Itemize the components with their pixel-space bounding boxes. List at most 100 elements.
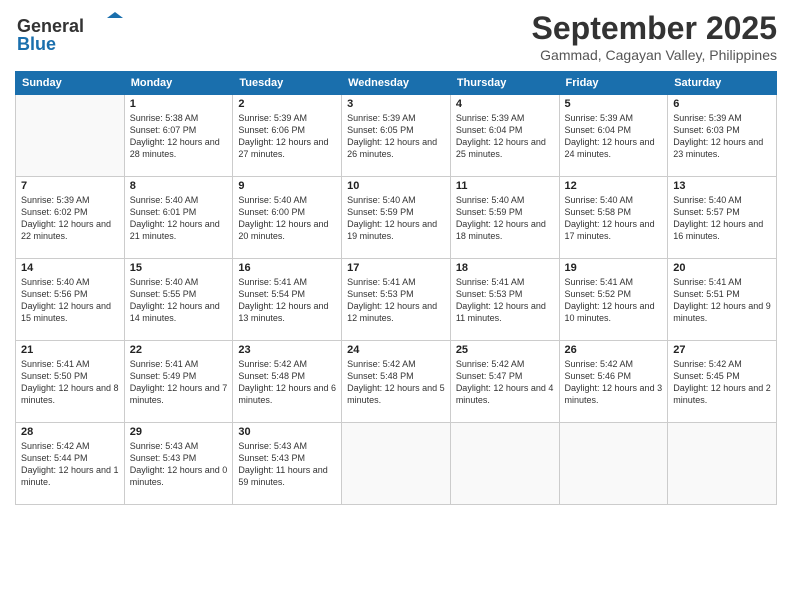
day-info: Sunrise: 5:40 AMSunset: 5:55 PMDaylight:… bbox=[130, 276, 228, 325]
day-info: Sunrise: 5:40 AMSunset: 5:59 PMDaylight:… bbox=[347, 194, 445, 243]
day-info: Sunrise: 5:39 AMSunset: 6:03 PMDaylight:… bbox=[673, 112, 771, 161]
day-number: 8 bbox=[130, 180, 228, 192]
day-info: Sunrise: 5:43 AMSunset: 5:43 PMDaylight:… bbox=[238, 440, 336, 489]
day-number: 26 bbox=[565, 344, 663, 356]
day-number: 10 bbox=[347, 180, 445, 192]
cell-w2-d0: 14Sunrise: 5:40 AMSunset: 5:56 PMDayligh… bbox=[16, 259, 125, 341]
day-number: 19 bbox=[565, 262, 663, 274]
day-number: 21 bbox=[21, 344, 119, 356]
cell-w1-d1: 8 Sunrise: 5:40 AMSunset: 6:01 PMDaylight… bbox=[124, 177, 233, 259]
cell-w4-d6 bbox=[668, 423, 777, 505]
svg-text:Blue: Blue bbox=[17, 34, 56, 54]
cell-w4-d5 bbox=[559, 423, 668, 505]
day-number: 5 bbox=[565, 98, 663, 110]
day-number: 23 bbox=[238, 344, 336, 356]
calendar-header-row: Sunday Monday Tuesday Wednesday Thursday… bbox=[16, 72, 777, 95]
day-info: Sunrise: 5:42 AMSunset: 5:45 PMDaylight:… bbox=[673, 358, 771, 407]
cell-w0-d6: 6 Sunrise: 5:39 AMSunset: 6:03 PMDaylight… bbox=[668, 95, 777, 177]
col-friday: Friday bbox=[559, 72, 668, 95]
day-info: Sunrise: 5:40 AMSunset: 5:57 PMDaylight:… bbox=[673, 194, 771, 243]
day-number: 1 bbox=[130, 98, 228, 110]
cell-w3-d0: 21 Sunrise: 5:41 AMSunset: 5:50 PMDayligh… bbox=[16, 341, 125, 423]
month-title: September 2025 bbox=[532, 10, 777, 47]
week-row-2: 14Sunrise: 5:40 AMSunset: 5:56 PMDayligh… bbox=[16, 259, 777, 341]
cell-w4-d4 bbox=[450, 423, 559, 505]
day-number: 18 bbox=[456, 262, 554, 274]
day-number: 13 bbox=[673, 180, 771, 192]
title-block: September 2025 Gammad, Cagayan Valley, P… bbox=[532, 10, 777, 63]
week-row-3: 21 Sunrise: 5:41 AMSunset: 5:50 PMDayligh… bbox=[16, 341, 777, 423]
day-info: Sunrise: 5:40 AMSunset: 5:59 PMDaylight:… bbox=[456, 194, 554, 243]
day-info: Sunrise: 5:40 AMSunset: 6:01 PMDaylight:… bbox=[130, 194, 228, 243]
cell-w4-d3 bbox=[342, 423, 451, 505]
day-number: 6 bbox=[673, 98, 771, 110]
day-number: 25 bbox=[456, 344, 554, 356]
cell-w2-d1: 15 Sunrise: 5:40 AMSunset: 5:55 PMDayligh… bbox=[124, 259, 233, 341]
day-info: Sunrise: 5:39 AMSunset: 6:04 PMDaylight:… bbox=[456, 112, 554, 161]
cell-w0-d4: 4 Sunrise: 5:39 AMSunset: 6:04 PMDaylight… bbox=[450, 95, 559, 177]
day-number: 2 bbox=[238, 98, 336, 110]
day-number: 28 bbox=[21, 426, 119, 438]
day-number: 16 bbox=[238, 262, 336, 274]
day-number: 7 bbox=[21, 180, 119, 192]
day-info: Sunrise: 5:39 AMSunset: 6:06 PMDaylight:… bbox=[238, 112, 336, 161]
cell-w2-d4: 18 Sunrise: 5:41 AMSunset: 5:53 PMDayligh… bbox=[450, 259, 559, 341]
cell-w3-d4: 25 Sunrise: 5:42 AMSunset: 5:47 PMDayligh… bbox=[450, 341, 559, 423]
cell-w3-d3: 24 Sunrise: 5:42 AMSunset: 5:48 PMDayligh… bbox=[342, 341, 451, 423]
cell-w2-d6: 20Sunrise: 5:41 AMSunset: 5:51 PMDayligh… bbox=[668, 259, 777, 341]
logo-text: General Blue bbox=[15, 10, 125, 60]
col-wednesday: Wednesday bbox=[342, 72, 451, 95]
day-info: Sunrise: 5:41 AMSunset: 5:52 PMDaylight:… bbox=[565, 276, 663, 325]
cell-w1-d3: 10 Sunrise: 5:40 AMSunset: 5:59 PMDayligh… bbox=[342, 177, 451, 259]
day-number: 15 bbox=[130, 262, 228, 274]
cell-w3-d5: 26Sunrise: 5:42 AMSunset: 5:46 PMDayligh… bbox=[559, 341, 668, 423]
week-row-1: 7 Sunrise: 5:39 AMSunset: 6:02 PMDaylight… bbox=[16, 177, 777, 259]
day-info: Sunrise: 5:42 AMSunset: 5:48 PMDaylight:… bbox=[347, 358, 445, 407]
header: General Blue September 2025 Gammad, Caga… bbox=[15, 10, 777, 63]
cell-w4-d1: 29 Sunrise: 5:43 AMSunset: 5:43 PMDayligh… bbox=[124, 423, 233, 505]
week-row-0: 1 Sunrise: 5:38 AMSunset: 6:07 PMDaylight… bbox=[16, 95, 777, 177]
day-info: Sunrise: 5:41 AMSunset: 5:50 PMDaylight:… bbox=[21, 358, 119, 407]
cell-w1-d2: 9 Sunrise: 5:40 AMSunset: 6:00 PMDaylight… bbox=[233, 177, 342, 259]
col-monday: Monday bbox=[124, 72, 233, 95]
cell-w0-d1: 1 Sunrise: 5:38 AMSunset: 6:07 PMDaylight… bbox=[124, 95, 233, 177]
day-info: Sunrise: 5:39 AMSunset: 6:02 PMDaylight:… bbox=[21, 194, 119, 243]
cell-w2-d2: 16 Sunrise: 5:41 AMSunset: 5:54 PMDayligh… bbox=[233, 259, 342, 341]
col-thursday: Thursday bbox=[450, 72, 559, 95]
cell-w3-d6: 27Sunrise: 5:42 AMSunset: 5:45 PMDayligh… bbox=[668, 341, 777, 423]
cell-w4-d2: 30 Sunrise: 5:43 AMSunset: 5:43 PMDayligh… bbox=[233, 423, 342, 505]
week-row-4: 28 Sunrise: 5:42 AMSunset: 5:44 PMDayligh… bbox=[16, 423, 777, 505]
day-info: Sunrise: 5:38 AMSunset: 6:07 PMDaylight:… bbox=[130, 112, 228, 161]
location: Gammad, Cagayan Valley, Philippines bbox=[532, 47, 777, 63]
cell-w3-d1: 22Sunrise: 5:41 AMSunset: 5:49 PMDayligh… bbox=[124, 341, 233, 423]
day-info: Sunrise: 5:41 AMSunset: 5:53 PMDaylight:… bbox=[347, 276, 445, 325]
calendar-table: Sunday Monday Tuesday Wednesday Thursday… bbox=[15, 71, 777, 505]
day-info: Sunrise: 5:42 AMSunset: 5:44 PMDaylight:… bbox=[21, 440, 119, 489]
day-number: 3 bbox=[347, 98, 445, 110]
cell-w1-d0: 7 Sunrise: 5:39 AMSunset: 6:02 PMDaylight… bbox=[16, 177, 125, 259]
cell-w1-d6: 13 Sunrise: 5:40 AMSunset: 5:57 PMDayligh… bbox=[668, 177, 777, 259]
day-number: 11 bbox=[456, 180, 554, 192]
day-number: 9 bbox=[238, 180, 336, 192]
day-info: Sunrise: 5:40 AMSunset: 6:00 PMDaylight:… bbox=[238, 194, 336, 243]
cell-w2-d5: 19 Sunrise: 5:41 AMSunset: 5:52 PMDayligh… bbox=[559, 259, 668, 341]
day-number: 29 bbox=[130, 426, 228, 438]
day-number: 4 bbox=[456, 98, 554, 110]
day-info: Sunrise: 5:41 AMSunset: 5:53 PMDaylight:… bbox=[456, 276, 554, 325]
day-number: 12 bbox=[565, 180, 663, 192]
col-sunday: Sunday bbox=[16, 72, 125, 95]
cell-w0-d5: 5 Sunrise: 5:39 AMSunset: 6:04 PMDaylight… bbox=[559, 95, 668, 177]
day-info: Sunrise: 5:43 AMSunset: 5:43 PMDaylight:… bbox=[130, 440, 228, 489]
cell-w0-d2: 2 Sunrise: 5:39 AMSunset: 6:06 PMDaylight… bbox=[233, 95, 342, 177]
day-number: 30 bbox=[238, 426, 336, 438]
svg-text:General: General bbox=[17, 16, 84, 36]
day-info: Sunrise: 5:42 AMSunset: 5:47 PMDaylight:… bbox=[456, 358, 554, 407]
day-number: 24 bbox=[347, 344, 445, 356]
cell-w3-d2: 23Sunrise: 5:42 AMSunset: 5:48 PMDayligh… bbox=[233, 341, 342, 423]
col-saturday: Saturday bbox=[668, 72, 777, 95]
day-info: Sunrise: 5:41 AMSunset: 5:54 PMDaylight:… bbox=[238, 276, 336, 325]
cell-w0-d0 bbox=[16, 95, 125, 177]
cell-w1-d5: 12Sunrise: 5:40 AMSunset: 5:58 PMDayligh… bbox=[559, 177, 668, 259]
day-info: Sunrise: 5:39 AMSunset: 6:05 PMDaylight:… bbox=[347, 112, 445, 161]
day-info: Sunrise: 5:39 AMSunset: 6:04 PMDaylight:… bbox=[565, 112, 663, 161]
